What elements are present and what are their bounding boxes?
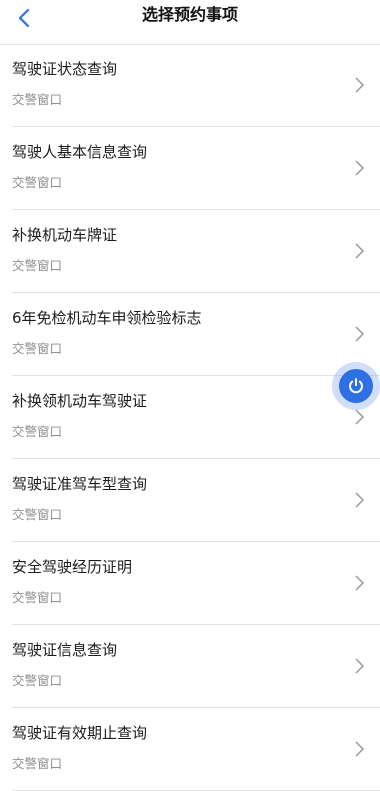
- item-subtitle: 交警窗口: [12, 673, 63, 688]
- item-subtitle: 交警窗口: [12, 175, 63, 190]
- chevron-right-icon: [355, 409, 365, 425]
- list-item[interactable]: 补换机动车牌证 交警窗口: [12, 210, 380, 293]
- item-title: 安全驾驶经历证明: [12, 558, 133, 576]
- list-item[interactable]: 6年免检机动车申领检验标志 交警窗口: [12, 293, 380, 376]
- list-item[interactable]: 驾驶证有效期止查询 交警窗口: [12, 708, 380, 791]
- chevron-right-icon: [355, 492, 365, 508]
- floating-power-button[interactable]: [332, 362, 380, 410]
- item-subtitle: 交警窗口: [12, 507, 63, 522]
- item-title: 驾驶证信息查询: [12, 641, 118, 659]
- list-item[interactable]: 驾驶证准驾车型查询 交警窗口: [12, 459, 380, 542]
- item-subtitle: 交警窗口: [12, 92, 63, 107]
- chevron-right-icon: [355, 741, 365, 757]
- chevron-right-icon: [355, 160, 365, 176]
- floating-button-core: [339, 369, 373, 403]
- item-subtitle: 交警窗口: [12, 590, 63, 605]
- item-title: 驾驶证准驾车型查询: [12, 475, 148, 493]
- item-title: 补换机动车牌证: [12, 226, 118, 244]
- list-item[interactable]: 驾驶人基本信息查询 交警窗口: [12, 127, 380, 210]
- item-subtitle: 交警窗口: [12, 756, 63, 771]
- appointment-list: 驾驶证状态查询 交警窗口 驾驶人基本信息查询 交警窗口 补换机动车牌证 交警窗口…: [0, 44, 380, 791]
- list-item[interactable]: 驾驶证信息查询 交警窗口: [12, 625, 380, 708]
- item-subtitle: 交警窗口: [12, 424, 63, 439]
- chevron-right-icon: [355, 77, 365, 93]
- item-subtitle: 交警窗口: [12, 341, 63, 356]
- chevron-right-icon: [355, 575, 365, 591]
- chevron-right-icon: [355, 326, 365, 342]
- item-title: 驾驶证有效期止查询: [12, 724, 148, 742]
- chevron-right-icon: [355, 243, 365, 259]
- chevron-right-icon: [355, 658, 365, 674]
- item-title: 补换领机动车驾驶证: [12, 392, 148, 410]
- list-item[interactable]: 安全驾驶经历证明 交警窗口: [12, 542, 380, 625]
- item-title: 6年免检机动车申领检验标志: [12, 309, 202, 327]
- page-title: 选择预约事项: [141, 5, 238, 24]
- list-item[interactable]: 驾驶证状态查询 交警窗口: [12, 44, 380, 127]
- item-subtitle: 交警窗口: [12, 258, 63, 273]
- nav-bar: 选择预约事项: [0, 0, 380, 45]
- list-item[interactable]: 补换领机动车驾驶证 交警窗口: [12, 376, 380, 459]
- item-title: 驾驶人基本信息查询: [12, 143, 148, 161]
- item-title: 驾驶证状态查询: [12, 60, 118, 78]
- power-icon: [349, 378, 363, 394]
